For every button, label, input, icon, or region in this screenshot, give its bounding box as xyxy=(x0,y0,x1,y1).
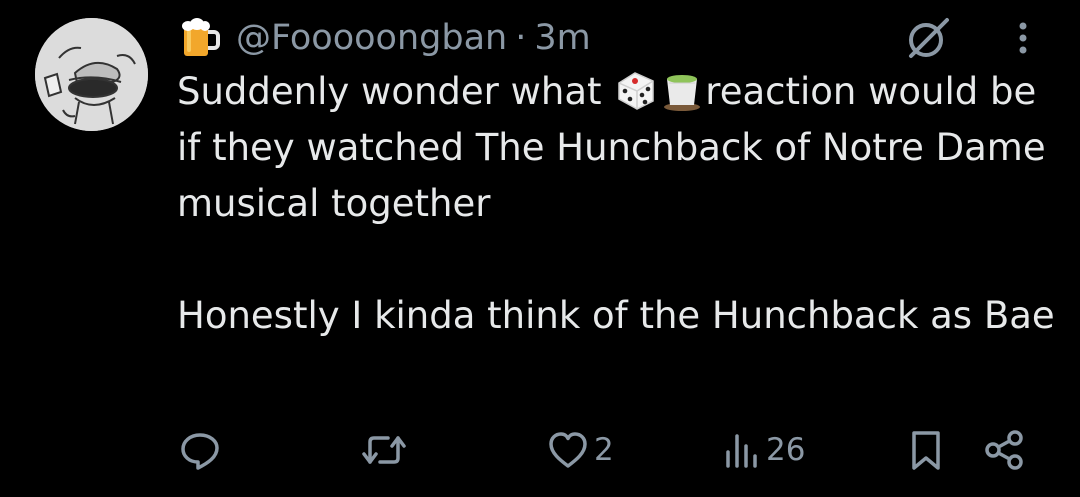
tweet-text-pre: Suddenly wonder what xyxy=(177,70,614,113)
reply-icon xyxy=(181,433,219,470)
views-count: 26 xyxy=(766,432,806,468)
like-button[interactable]: 2 xyxy=(546,428,614,472)
tweet-header: @Fooooongban · 3m xyxy=(178,12,591,64)
matcha-tea-icon xyxy=(659,67,705,113)
more-options-icon[interactable] xyxy=(1008,18,1038,62)
reply-button[interactable] xyxy=(178,428,226,472)
tweet-paragraph-2: Honestly I kinda think of the Hunchback … xyxy=(177,294,1055,337)
bookmark-button[interactable] xyxy=(906,428,946,472)
share-icon xyxy=(985,430,1023,470)
beer-mug-icon xyxy=(178,16,222,60)
tweet-paragraph-1: Suddenly wonder what reaction would be i… xyxy=(177,64,1057,232)
retweet-icon xyxy=(362,436,406,464)
timestamp[interactable]: 3m xyxy=(534,18,590,58)
share-button[interactable] xyxy=(982,428,1026,472)
tweet-text: Suddenly wonder what reaction would be i… xyxy=(177,64,1057,344)
mute-conversation-icon[interactable] xyxy=(903,14,953,60)
views-chart-icon xyxy=(726,434,757,468)
tweet-actions-bar: 2 26 xyxy=(0,420,1080,480)
game-die-icon xyxy=(613,67,659,113)
retweet-button[interactable] xyxy=(360,428,412,472)
author-handle[interactable]: @Fooooongban xyxy=(236,18,507,58)
avatar[interactable] xyxy=(35,18,148,131)
views-button[interactable]: 26 xyxy=(722,428,805,472)
bookmark-icon xyxy=(912,431,940,470)
heart-icon xyxy=(549,432,587,468)
like-count: 2 xyxy=(594,432,614,468)
header-separator: · xyxy=(515,18,527,58)
